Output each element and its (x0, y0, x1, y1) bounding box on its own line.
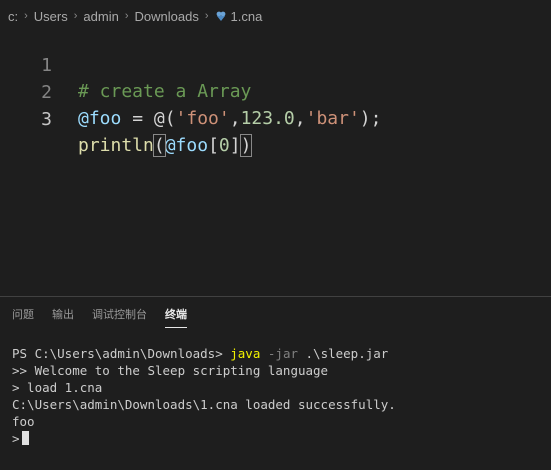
terminal-prompt: PS C:\Users\admin\Downloads> (12, 346, 223, 361)
code-token-string: 'foo' (175, 108, 230, 129)
terminal-cursor (21, 431, 29, 445)
terminal-input-line[interactable]: > (12, 430, 547, 447)
line-code: @foo = @('foo',123.0,'bar'); (78, 106, 381, 132)
chevron-right-icon: › (24, 10, 28, 22)
tab-output[interactable]: 输出 (52, 302, 74, 326)
panel-tabs: 问题 输出 调试控制台 终端 (0, 297, 551, 331)
breadcrumb-admin[interactable]: admin (83, 9, 118, 24)
code-token-plain: ); (359, 108, 382, 129)
breadcrumb-users[interactable]: Users (34, 9, 68, 24)
code-token-plain: = @( (121, 108, 176, 129)
code-token-string: 'bar' (305, 108, 360, 129)
terminal-argument: .\sleep.jar (305, 346, 389, 361)
terminal[interactable]: PS C:\Users\admin\Downloads> java -jar .… (12, 345, 547, 447)
editor-line-2[interactable]: 2 @foo = @('foo',123.0,'bar'); (0, 54, 551, 129)
code-token-number: 123.0 (240, 108, 295, 129)
chevron-right-icon: › (204, 10, 209, 22)
code-token-function: println (78, 135, 154, 156)
code-token-bracket: ( (152, 134, 166, 157)
code-token-plain: ] (229, 135, 241, 156)
code-token-variable: @foo (164, 135, 209, 156)
breadcrumb-file[interactable]: 1.cna (231, 9, 263, 24)
terminal-command-line: PS C:\Users\admin\Downloads> java -jar .… (12, 345, 547, 362)
bottom-panel: 问题 输出 调试控制台 终端 PS C:\Users\admin\Downloa… (0, 296, 551, 470)
code-token-variable: @foo (78, 108, 122, 129)
code-token-plain: [ (208, 135, 219, 156)
terminal-output-line: C:\Users\admin\Downloads\1.cna loaded su… (12, 397, 396, 412)
line-code: println(@foo[0]) (78, 133, 253, 159)
code-token-bracket: ) (239, 134, 253, 157)
code-token-number: 0 (218, 135, 230, 156)
terminal-output-line: > load 1.cna (12, 380, 103, 395)
terminal-option: -jar (267, 346, 298, 361)
code-editor[interactable]: 1 # create a Array 2 @foo = @('foo',123.… (0, 32, 551, 290)
code-token-plain: , (294, 108, 306, 129)
breadcrumb-drive[interactable]: c: (8, 9, 18, 24)
terminal-input-prompt: > (12, 431, 20, 446)
editor-line-3[interactable]: 3 println(@foo[0]) (0, 81, 551, 157)
file-type-icon (215, 10, 227, 22)
tab-terminal[interactable]: 终端 (165, 302, 187, 328)
line-number: 3 (41, 109, 52, 130)
chevron-right-icon: › (73, 10, 78, 22)
breadcrumb-downloads[interactable]: Downloads (135, 9, 199, 24)
terminal-command: java (230, 346, 261, 361)
editor-line-1[interactable]: 1 # create a Array (0, 27, 551, 102)
chevron-right-icon: › (124, 10, 129, 22)
tab-debug-console[interactable]: 调试控制台 (92, 302, 147, 326)
tab-problems[interactable]: 问题 (12, 302, 34, 326)
terminal-output-line: >> Welcome to the Sleep scripting langua… (12, 363, 329, 378)
code-token-plain: , (229, 108, 241, 129)
terminal-output-line: foo (12, 414, 35, 429)
